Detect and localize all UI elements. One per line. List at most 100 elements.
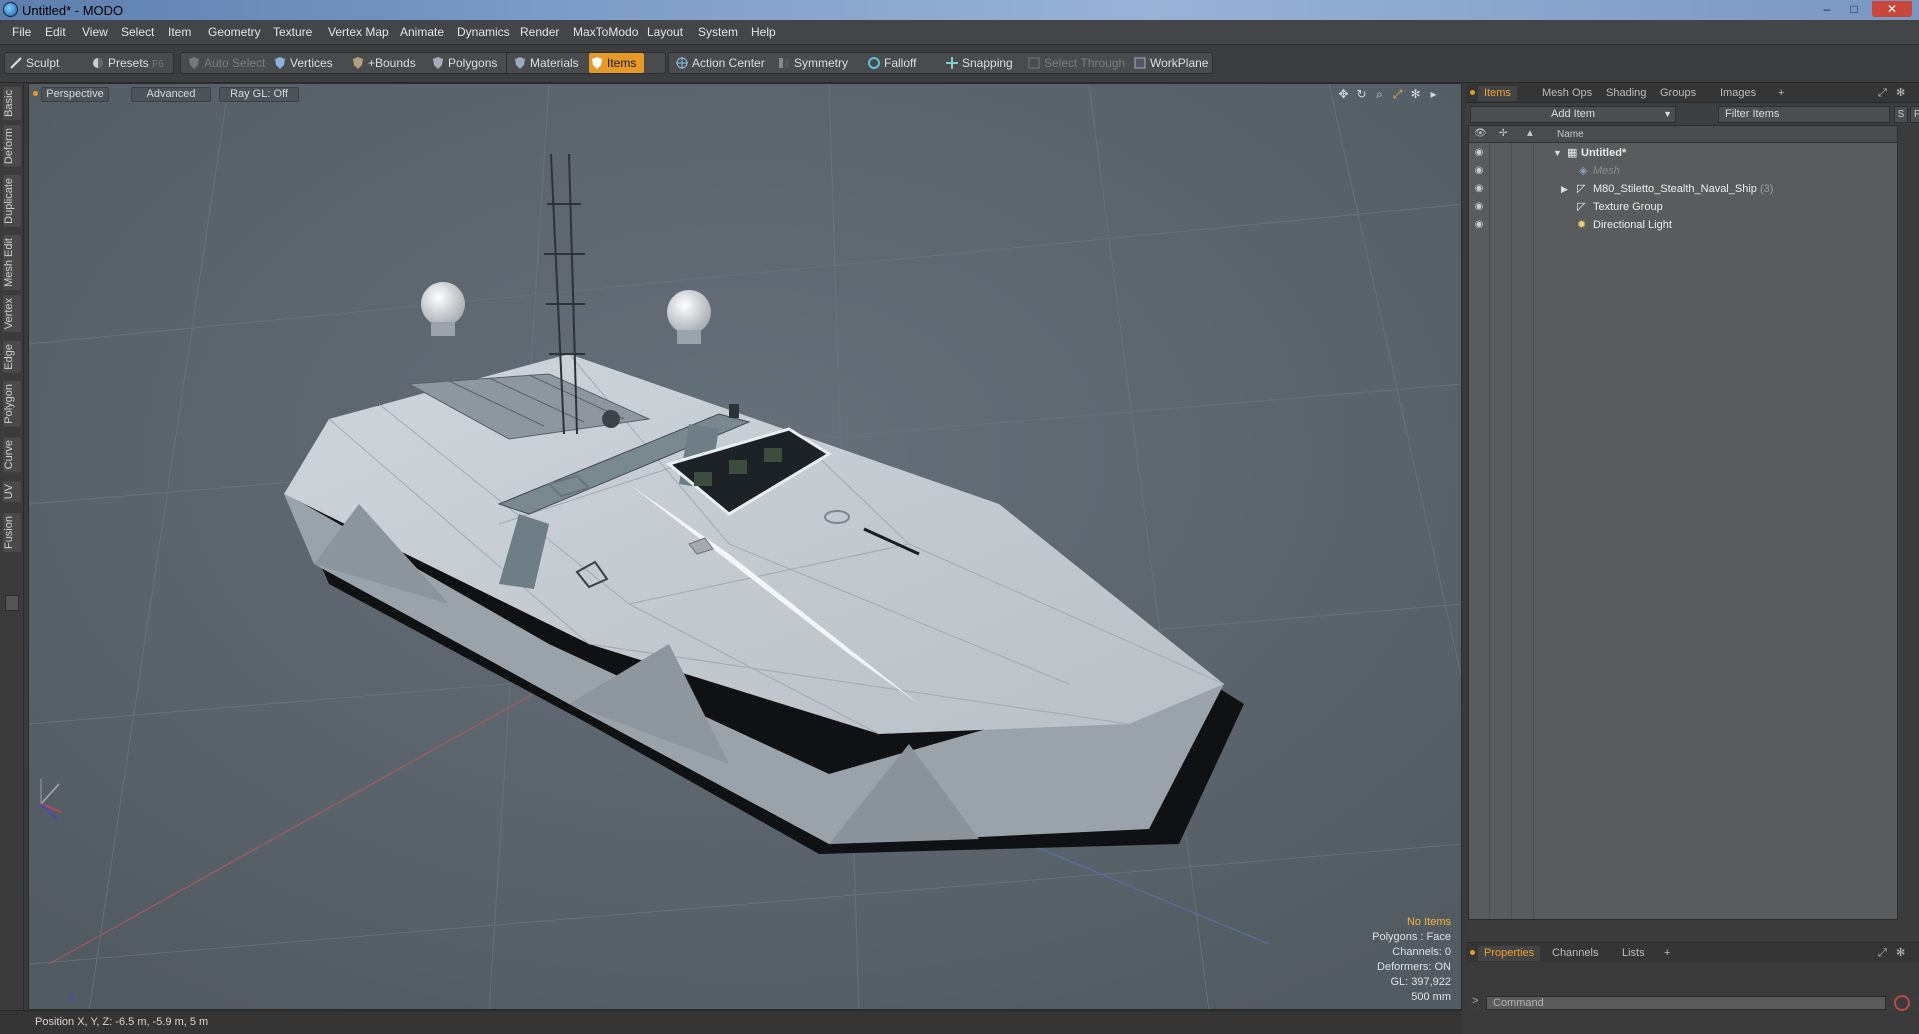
expand-arrow-icon[interactable]: ▶ [1561,180,1568,198]
tab-deform[interactable]: Deform [3,125,21,168]
viewport-settings-icon[interactable]: ✻ [1409,88,1422,101]
eye-icon[interactable]: ◉ [1473,219,1485,231]
minimize-button[interactable]: – [1816,1,1838,17]
tab-polygon[interactable]: Polygon [3,381,21,427]
rotate-icon[interactable]: ↻ [1355,88,1368,101]
tree-row-ship[interactable]: ◉ ▶ ◸ M80_Stiletto_Stealth_Naval_Ship (3… [1469,180,1897,198]
zoom-icon[interactable]: ⌕ [1373,88,1386,101]
eye-icon[interactable]: ◉ [1473,147,1485,159]
view-mode-dropdown[interactable]: Perspective [41,87,109,102]
auto-select-button[interactable]: Auto Select [186,53,265,73]
properties-gear-icon[interactable]: ✻ [1890,946,1911,961]
menu-geometry[interactable]: Geometry [208,25,261,39]
tab-curve[interactable]: Curve [3,437,21,473]
visibility-column-icon[interactable]: 👁 [1474,128,1487,139]
ray-gl-toggle[interactable]: Ray GL: Off [219,87,299,102]
menu-animate[interactable]: Animate [400,25,444,39]
panel-menu-dot[interactable] [1470,90,1475,95]
position-readout: Position X, Y, Z: -6.5 m, -5.9 m, 5 m [35,1016,209,1028]
eye-icon[interactable]: ◉ [1473,201,1485,213]
menu-item[interactable]: Item [168,25,191,39]
tab-basic[interactable]: Basic [3,87,21,120]
tree-row-texture-group[interactable]: ◉ ◸ Texture Group [1469,198,1897,216]
items-icon [592,57,602,69]
tree-row-mesh[interactable]: ◉ ◈ Mesh [1469,162,1897,180]
menu-render[interactable]: Render [520,25,559,39]
panel-toggle-button[interactable] [5,595,19,611]
name-column-header[interactable]: Name [1557,129,1584,140]
tab-vertex[interactable]: Vertex [3,295,21,333]
menu-file[interactable]: File [12,25,31,39]
vertices-button[interactable]: Vertices [272,53,333,73]
panel-gear-icon[interactable]: ✻ [1890,86,1911,101]
tab-duplicate[interactable]: Duplicate [3,175,21,227]
menu-edit[interactable]: Edit [45,25,66,39]
tab-properties[interactable]: Properties [1478,946,1541,961]
symmetry-icon [779,58,789,68]
filter-f-button[interactable]: F [1910,106,1919,123]
menu-layout[interactable]: Layout [647,25,683,39]
menu-system[interactable]: System [698,25,738,39]
add-properties-tab-button[interactable]: + [1658,946,1676,961]
menu-dynamics[interactable]: Dynamics [457,25,510,39]
tab-lists[interactable]: Lists [1616,946,1651,961]
select-through-button[interactable]: Select Through [1026,53,1125,73]
menu-vertex-map[interactable]: Vertex Map [328,25,389,39]
tree-row-directional-light[interactable]: ◉ ✹ Directional Light [1469,216,1897,234]
add-item-dropdown[interactable]: Add Item ▼ [1470,106,1676,123]
tab-mesh-edit[interactable]: Mesh Edit [3,235,21,290]
collapse-arrow-icon[interactable]: ▼ [1553,144,1562,162]
tab-fusion[interactable]: Fusion [3,513,21,553]
command-input[interactable]: Command [1486,996,1886,1010]
menu-texture[interactable]: Texture [273,25,312,39]
render-column-icon[interactable]: ▲ [1525,128,1535,139]
record-icon[interactable] [1894,995,1910,1011]
window-title: Untitled* - MODO [22,3,124,18]
filter-s-button[interactable]: S [1894,106,1908,123]
filter-items-input[interactable]: Filter Items [1718,106,1890,123]
viewport-expand-icon[interactable]: ▸ [1427,88,1440,101]
menu-view[interactable]: View [82,25,108,39]
shading-dropdown[interactable]: Advanced [131,87,211,102]
group-icon: ◸ [1577,183,1586,195]
ship-model-render [29,84,1461,1009]
eye-icon[interactable]: ◉ [1473,183,1485,195]
menu-maxtomodo[interactable]: MaxToModo [573,25,638,39]
lock-column-icon[interactable]: ✢ [1499,128,1507,139]
workplane-button[interactable]: WorkPlane [1132,53,1208,73]
tab-items[interactable]: Items [1478,86,1517,101]
eye-icon[interactable]: ◉ [1473,165,1485,177]
close-button[interactable]: ✕ [1872,1,1912,17]
viewport-menu-dot[interactable] [33,91,38,96]
bounds-button[interactable]: +Bounds [350,53,416,73]
sculpt-button[interactable]: Sculpt [8,53,59,73]
tab-uv[interactable]: UV [3,481,21,503]
action-center-button[interactable]: Action Center [674,53,765,73]
polygons-button[interactable]: Polygons [430,53,497,73]
panel-tab-bar: Items Mesh Ops Shading Groups Images + ⤢… [1466,83,1919,103]
pan-icon[interactable]: ✥ [1337,88,1350,101]
snapping-button[interactable]: Snapping [944,53,1013,73]
menu-help[interactable]: Help [751,25,776,39]
falloff-button[interactable]: Falloff [866,53,916,73]
tab-edge[interactable]: Edge [3,341,21,373]
fit-view-icon[interactable]: ⤢ [1391,88,1404,101]
items-mode-button[interactable]: Items [589,53,645,73]
materials-button[interactable]: Materials [512,53,579,73]
menu-select[interactable]: Select [121,25,154,39]
presets-button[interactable]: Presets F6 [90,53,164,73]
item-tree: 👁 ✢ ▲ Name ◉ ▼ ▦ Untitled* ◉ ◈ Mesh ◉ ▶ … [1468,125,1898,920]
symmetry-button[interactable]: Symmetry [776,53,848,73]
tree-row-untitled[interactable]: ◉ ▼ ▦ Untitled* [1469,144,1897,162]
tab-images[interactable]: Images [1714,86,1762,101]
3d-viewport[interactable]: Perspective Advanced Ray GL: Off ✥ ↻ ⌕ ⤢… [28,83,1462,1010]
properties-menu-dot[interactable] [1470,950,1475,955]
tab-mesh-ops[interactable]: Mesh Ops [1536,86,1598,101]
grid-size-info: 500 mm [1411,991,1451,1003]
add-tab-button[interactable]: + [1772,86,1790,101]
tab-channels[interactable]: Channels [1546,946,1604,961]
materials-icon [515,57,525,69]
maximize-button[interactable]: □ [1843,1,1865,17]
tab-groups[interactable]: Groups [1654,86,1702,101]
tab-shading[interactable]: Shading [1600,86,1652,101]
